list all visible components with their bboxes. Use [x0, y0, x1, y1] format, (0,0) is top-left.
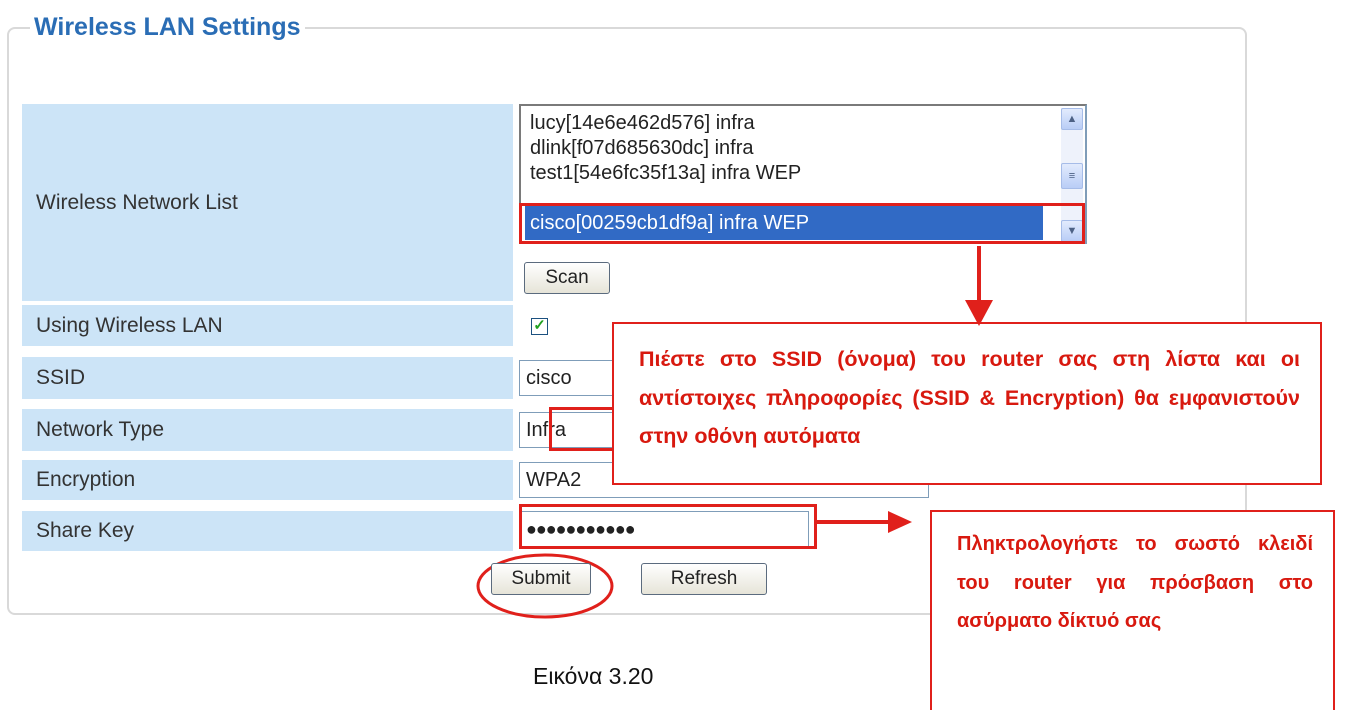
submit-button[interactable]: Submit — [491, 563, 591, 595]
down-arrow-head — [965, 300, 993, 326]
figure-caption: Εικόνα 3.20 — [533, 663, 654, 689]
annotation-arrows — [476, 246, 993, 619]
right-arrow-head — [888, 511, 912, 533]
refresh-button[interactable]: Refresh — [641, 563, 767, 595]
